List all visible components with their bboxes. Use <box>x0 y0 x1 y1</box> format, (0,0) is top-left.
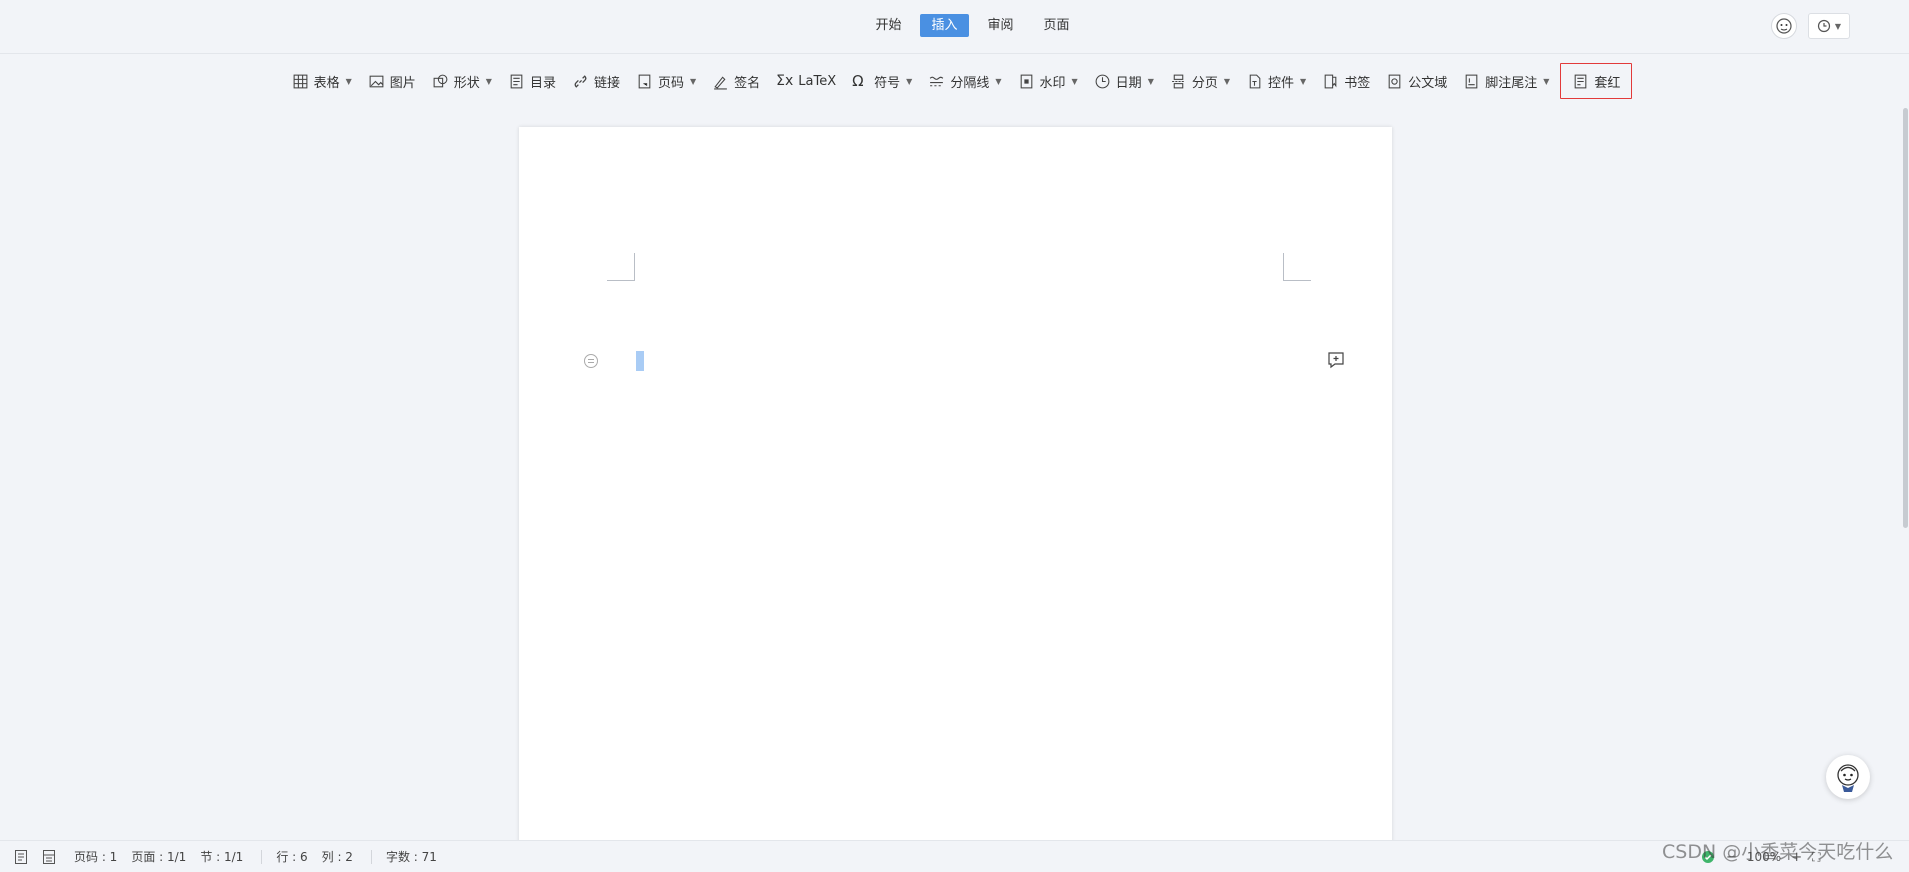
margin-corner-left <box>607 253 635 281</box>
insert-toc-button[interactable]: 目录 <box>503 63 561 99</box>
control-icon <box>1249 74 1261 88</box>
link-icon <box>574 74 587 88</box>
chevron-down-icon: ▼ <box>1071 76 1078 86</box>
user-avatar[interactable] <box>1771 13 1797 39</box>
assistant-button[interactable] <box>1826 755 1870 799</box>
history-button[interactable]: ▼ <box>1808 13 1850 39</box>
status-divider <box>261 849 263 864</box>
image-icon <box>369 75 384 87</box>
history-icon <box>1817 19 1831 33</box>
signature-icon <box>714 75 728 89</box>
insert-watermark-button[interactable]: 水印 ▼ <box>1013 63 1083 99</box>
insert-page-number-button[interactable]: 页码 ▼ <box>631 63 701 99</box>
insert-symbol-button[interactable]: Ω 符号 ▼ <box>847 63 917 99</box>
chevron-down-icon: ▼ <box>906 76 913 86</box>
chevron-down-icon: ▼ <box>1223 76 1231 86</box>
chevron-down-icon: ▼ <box>1147 76 1154 86</box>
web-view-icon[interactable] <box>42 849 56 865</box>
document-page[interactable] <box>519 127 1392 872</box>
vertical-scrollbar[interactable] <box>1903 108 1908 528</box>
text-cursor-selection <box>636 351 644 371</box>
insert-link-button[interactable]: 链接 <box>567 63 625 99</box>
insert-ribbon: 表格 ▼ 图片 形状 ▼ 目录 链接 页码 ▼ 签名 Σx LaTeX Ω 符号… <box>0 62 1909 100</box>
insert-divider-button[interactable]: 分隔线 ▼ <box>923 63 1006 99</box>
footnote-icon <box>1465 74 1478 88</box>
insert-bookmark-button[interactable]: 书签 <box>1317 63 1375 99</box>
avatar-face-icon <box>1776 18 1792 34</box>
insert-control-button[interactable]: 控件 ▼ <box>1241 63 1311 99</box>
status-page: 页面 : 1/1 <box>131 850 187 864</box>
insert-table-button[interactable]: 表格 ▼ <box>287 63 357 99</box>
status-divider <box>370 849 372 864</box>
red-header-icon <box>1575 74 1587 88</box>
sigma-icon: Σx <box>776 72 794 89</box>
insert-shape-button[interactable]: 形状 ▼ <box>427 63 497 99</box>
page-number-icon <box>638 74 651 88</box>
status-page-code: 页码 : 1 <box>74 850 118 864</box>
official-field-icon <box>1388 74 1401 88</box>
csdn-watermark: CSDN @小香菜今天吃什么 <box>1662 841 1894 863</box>
chevron-down-icon: ▼ <box>1543 76 1550 86</box>
tab-page[interactable]: 页面 <box>1033 14 1081 37</box>
insert-red-header-button[interactable]: 套红 <box>1560 63 1633 99</box>
app-window: 开始 插入 审阅 页面 ▼ 表格 ▼ 图片 形状 ▼ 目录 链接 页码 ▼ 签名… <box>0 0 1909 872</box>
insert-page-break-button[interactable]: 分页 ▼ <box>1165 63 1235 99</box>
assistant-avatar-icon <box>1837 764 1859 792</box>
chevron-down-icon: ▼ <box>345 76 352 86</box>
top-bar: 开始 插入 审阅 页面 ▼ <box>0 0 1909 54</box>
status-row: 行 : 6 <box>276 850 308 864</box>
insert-official-field-button[interactable]: 公文域 <box>1381 63 1452 99</box>
omega-icon: Ω <box>852 71 864 90</box>
shape-icon <box>433 74 448 87</box>
status-bar: 页码 : 1 页面 : 1/1 节 : 1/1 行 : 6 列 : 2 字数 :… <box>0 840 1909 872</box>
divider-icon <box>930 76 944 86</box>
clock-icon <box>1095 74 1110 88</box>
margin-corner-right <box>1283 253 1311 281</box>
page-view-icon[interactable] <box>14 849 28 865</box>
insert-date-button[interactable]: 日期 ▼ <box>1089 63 1159 99</box>
add-comment-icon[interactable] <box>1327 351 1345 369</box>
bookmark-icon <box>1324 74 1337 88</box>
page-break-icon <box>1171 74 1185 88</box>
main-tabs: 开始 插入 审阅 页面 <box>0 14 1909 37</box>
chevron-down-icon: ▼ <box>995 76 1002 86</box>
paragraph-handle-icon[interactable] <box>583 353 599 369</box>
insert-latex-button[interactable]: Σx LaTeX <box>771 63 841 99</box>
chevron-down-icon: ▼ <box>485 76 492 86</box>
status-word-count: 字数 : 71 <box>385 850 437 864</box>
insert-image-button[interactable]: 图片 <box>363 63 421 99</box>
chevron-down-icon: ▼ <box>689 76 697 86</box>
insert-signature-button[interactable]: 签名 <box>707 63 765 99</box>
insert-footnote-button[interactable]: 脚注尾注 ▼ <box>1458 63 1554 99</box>
status-section: 节 : 1/1 <box>200 850 244 864</box>
tab-start[interactable]: 开始 <box>864 14 912 37</box>
toc-icon <box>510 74 523 88</box>
table-icon <box>293 74 307 88</box>
tab-insert[interactable]: 插入 <box>920 14 969 37</box>
chevron-down-icon: ▼ <box>1300 76 1307 86</box>
chevron-down-icon: ▼ <box>1834 21 1842 31</box>
status-col: 列 : 2 <box>321 850 353 864</box>
watermark-icon <box>1020 74 1032 88</box>
tab-review[interactable]: 审阅 <box>977 14 1025 37</box>
